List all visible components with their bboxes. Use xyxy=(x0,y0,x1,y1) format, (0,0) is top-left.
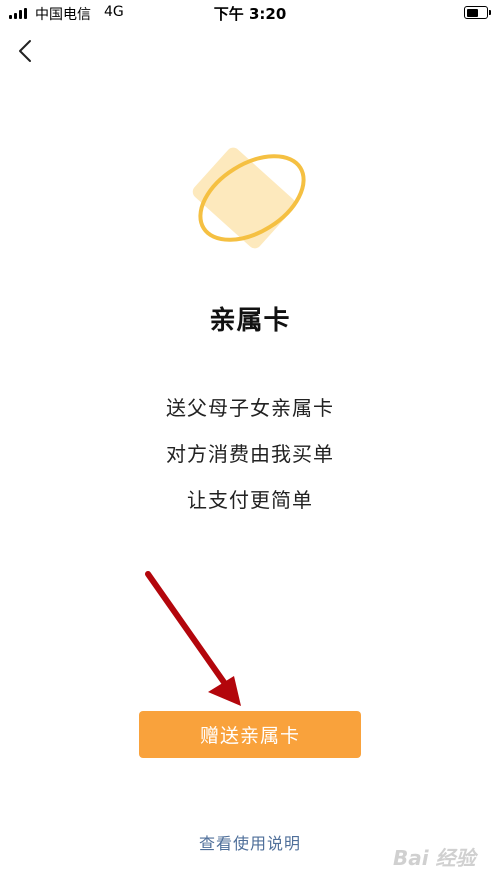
status-time: 下午 3:20 xyxy=(213,5,287,23)
status-bar: 中国电信 4G 下午 3:20 xyxy=(0,0,500,26)
gift-family-card-button[interactable]: 赠送亲属卡 xyxy=(139,711,361,758)
description-line: 送父母子女亲属卡 xyxy=(166,396,334,420)
battery-icon xyxy=(464,6,491,19)
back-button[interactable] xyxy=(10,36,44,70)
baidu-watermark: Bai 经验 xyxy=(393,846,476,870)
description-line: 让支付更简单 xyxy=(187,488,313,512)
page-title: 亲属卡 xyxy=(209,306,291,336)
family-card-illustration xyxy=(192,147,306,249)
chevron-left-icon xyxy=(19,40,31,62)
description-line: 对方消费由我买单 xyxy=(166,442,334,466)
tutorial-arrow-icon xyxy=(145,571,241,706)
